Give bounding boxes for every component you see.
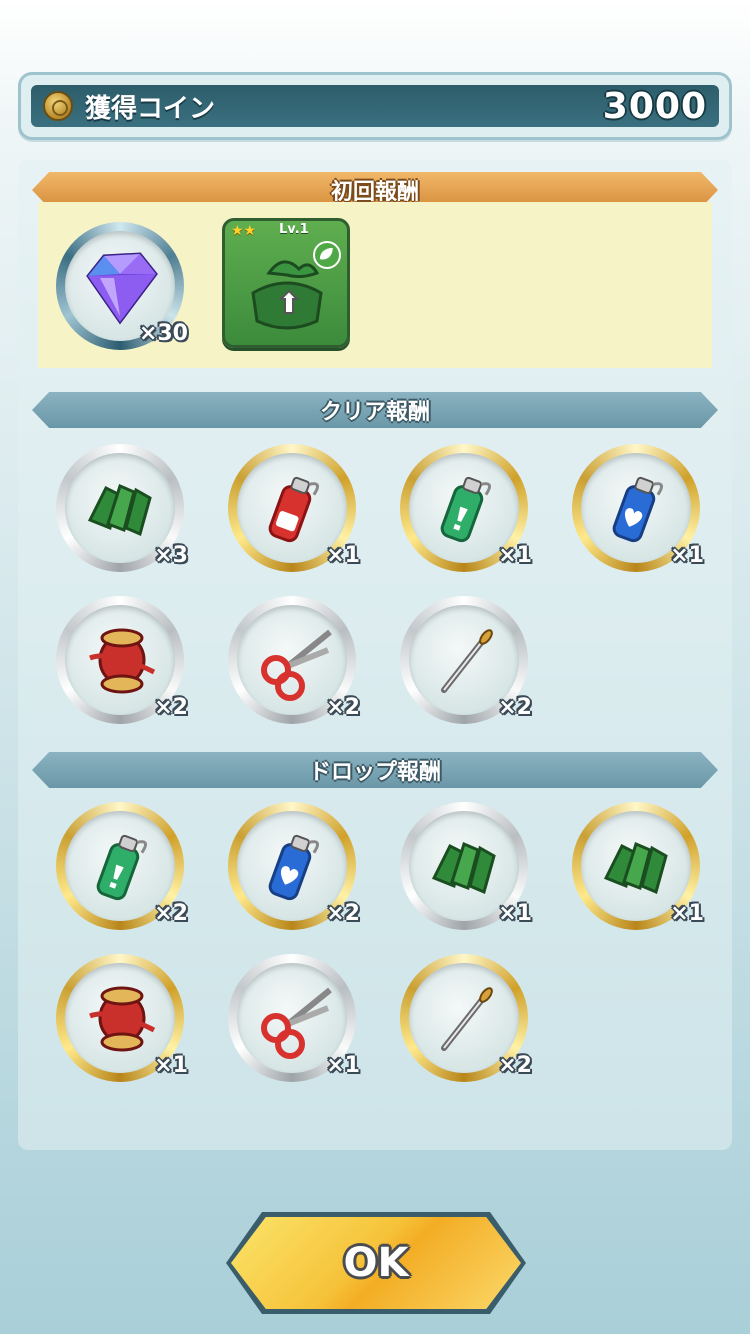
bandana-card-icon bbox=[251, 260, 323, 330]
coin-bar-inner: 獲得コイン 3000 bbox=[31, 85, 719, 127]
quantity: ×1 bbox=[498, 901, 532, 926]
star-rating: ★★ bbox=[231, 223, 257, 239]
quantity: ×30 bbox=[138, 321, 188, 346]
level-label: Lv.1 bbox=[279, 222, 309, 237]
thread-spool-reward[interactable]: ×2 bbox=[56, 596, 188, 724]
ok-button-face: OK bbox=[231, 1217, 521, 1309]
clear-reward-title: クリア報酬 bbox=[319, 400, 430, 425]
ok-button[interactable]: OK bbox=[226, 1212, 526, 1314]
green-cloth-reward[interactable]: ×1 bbox=[572, 802, 704, 930]
quantity: ×2 bbox=[154, 695, 188, 720]
red-bottle-reward[interactable]: ×1 bbox=[228, 444, 360, 572]
blue-bottle-reward[interactable]: ×1 bbox=[572, 444, 704, 572]
coin-bar: 獲得コイン 3000 bbox=[18, 72, 732, 140]
quantity: ×2 bbox=[154, 901, 188, 926]
quantity: ×3 bbox=[154, 543, 188, 568]
coin-label: 獲得コイン bbox=[85, 93, 216, 124]
quantity: ×1 bbox=[154, 1053, 188, 1078]
quantity: ×1 bbox=[326, 543, 360, 568]
drop-reward-title: ドロップ報酬 bbox=[308, 760, 441, 785]
blue-bottle-reward[interactable]: ×2 bbox=[228, 802, 360, 930]
green-bottle-reward[interactable]: ×2 bbox=[56, 802, 188, 930]
needle-reward[interactable]: ×2 bbox=[400, 954, 532, 1082]
scissors-reward[interactable]: ×2 bbox=[228, 596, 360, 724]
quantity: ×1 bbox=[498, 543, 532, 568]
green-cloth-reward[interactable]: ×1 bbox=[400, 802, 532, 930]
thread-spool-reward[interactable]: ×1 bbox=[56, 954, 188, 1082]
ok-button-label: OK bbox=[343, 1240, 409, 1286]
quantity: ×2 bbox=[326, 695, 360, 720]
quantity: ×2 bbox=[498, 695, 532, 720]
bandana-card-reward[interactable]: ★★ Lv.1 bbox=[222, 218, 350, 348]
gem-reward[interactable]: ×30 bbox=[56, 222, 188, 350]
quantity: ×2 bbox=[326, 901, 360, 926]
green-cloth-reward[interactable]: ×3 bbox=[56, 444, 188, 572]
drop-reward-header: ドロップ報酬 bbox=[32, 752, 718, 788]
coin-icon bbox=[43, 91, 73, 121]
scissors-reward[interactable]: ×1 bbox=[228, 954, 360, 1082]
green-bottle-reward[interactable]: ×1 bbox=[400, 444, 532, 572]
quantity: ×1 bbox=[326, 1053, 360, 1078]
quantity: ×2 bbox=[498, 1053, 532, 1078]
coin-value: 3000 bbox=[602, 85, 707, 127]
quantity: ×1 bbox=[670, 543, 704, 568]
clear-reward-header: クリア報酬 bbox=[32, 392, 718, 428]
needle-reward[interactable]: ×2 bbox=[400, 596, 532, 724]
quantity: ×1 bbox=[670, 901, 704, 926]
